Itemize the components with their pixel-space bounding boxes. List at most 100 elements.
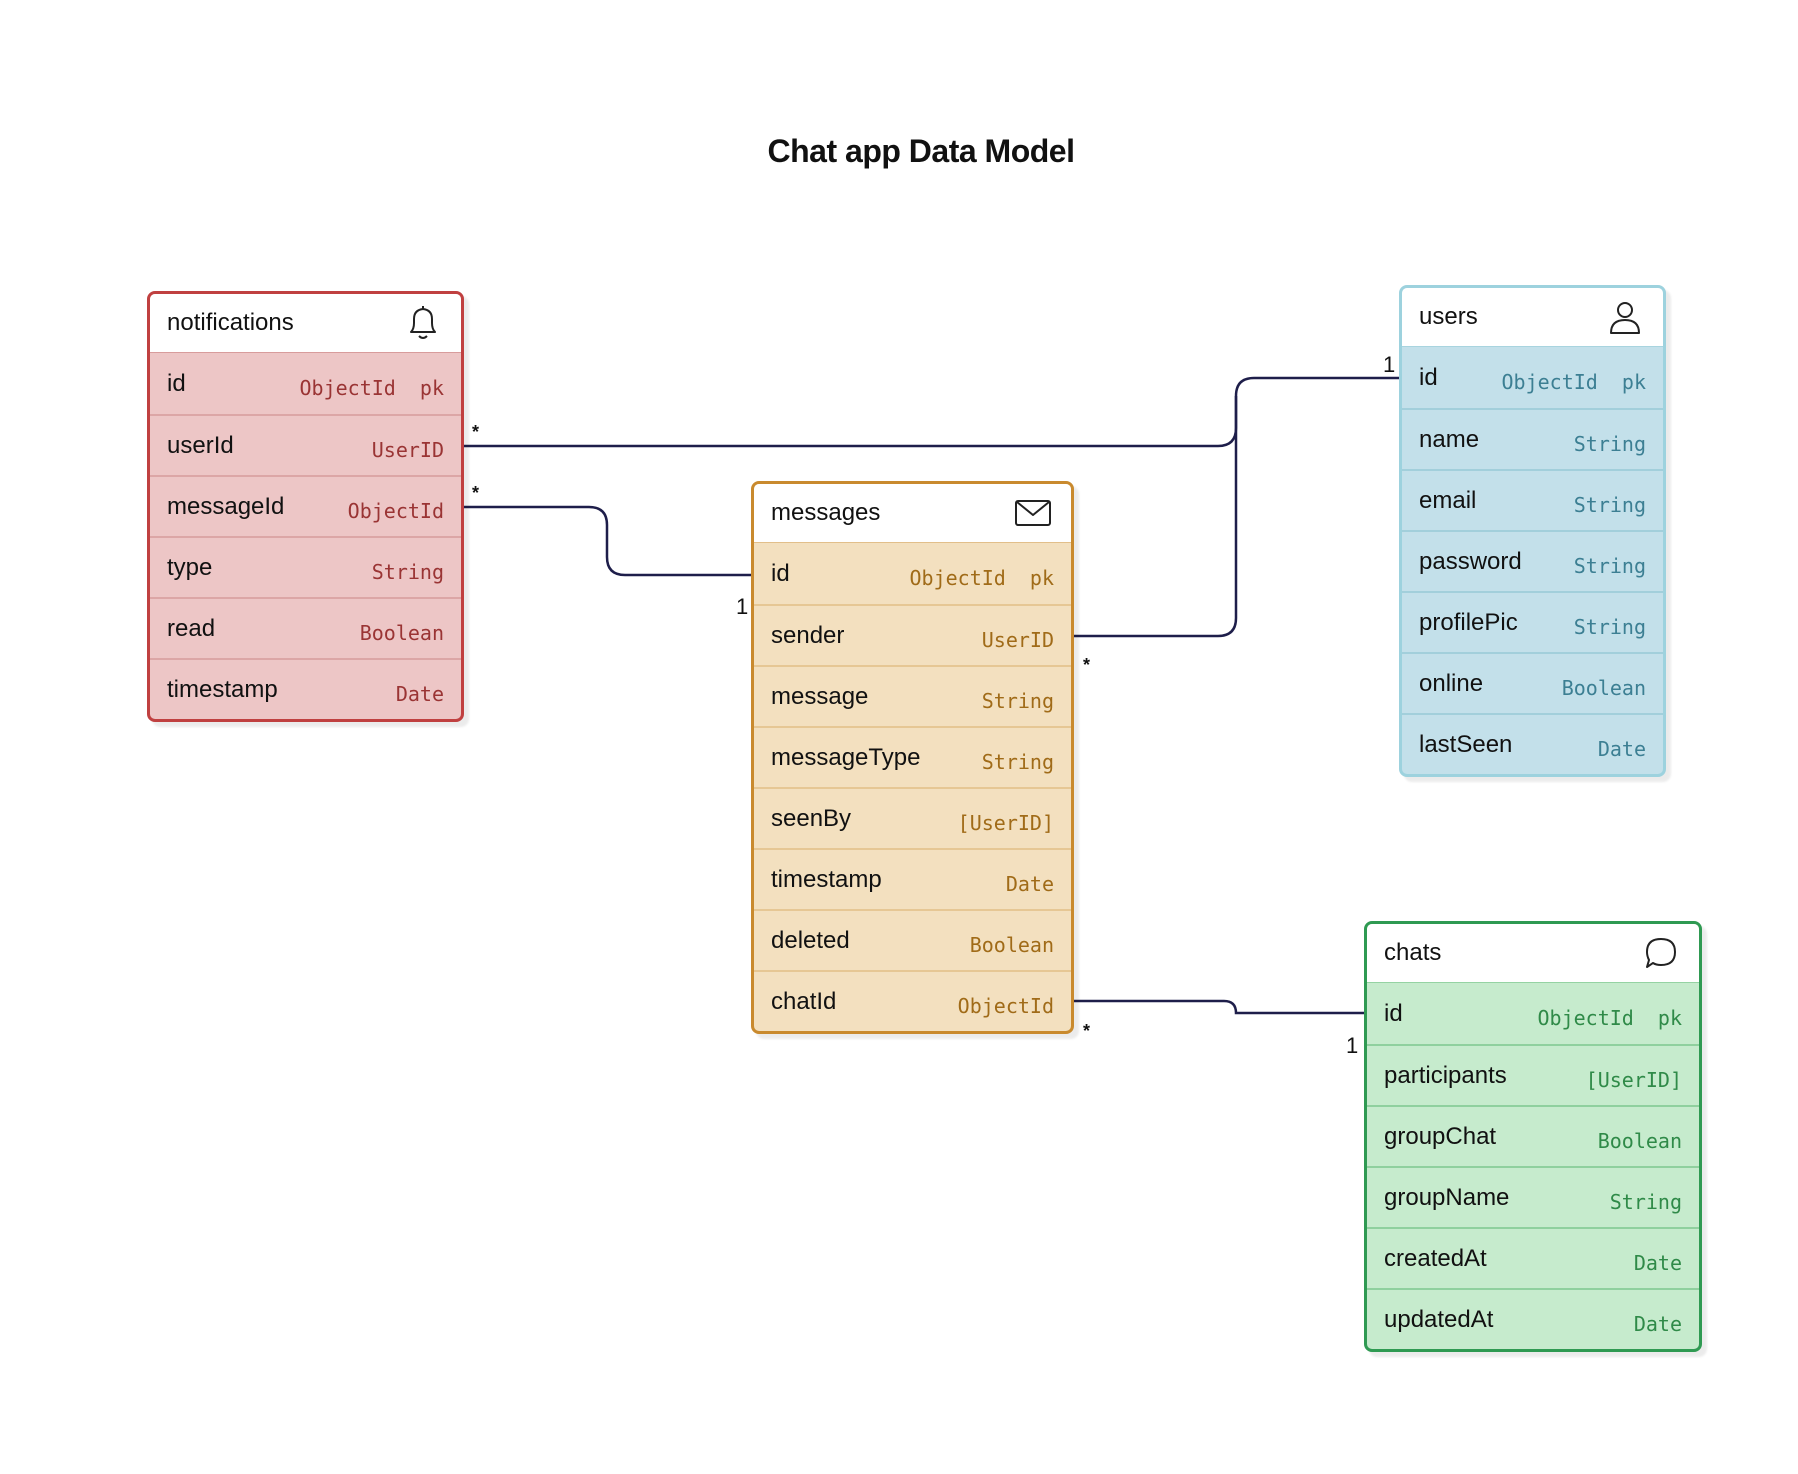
field-name: createdAt <box>1384 1244 1487 1272</box>
mail-icon <box>1013 493 1053 533</box>
field-name: timestamp <box>167 675 278 703</box>
field-type: Boolean <box>1561 675 1646 700</box>
field-name: messageId <box>167 492 285 520</box>
field-name: profilePic <box>1419 608 1518 636</box>
entity-notifications[interactable]: notifications id ObjectId pk userId UserID… <box>147 291 464 722</box>
field-row: groupName String <box>1367 1166 1699 1227</box>
cardinality-messages-id: 1 <box>736 594 749 619</box>
field-name: message <box>771 682 869 710</box>
entity-title: messages <box>771 499 881 526</box>
field-name: password <box>1419 547 1522 575</box>
field-type: Date <box>395 681 444 706</box>
field-row: chatId ObjectId <box>754 970 1071 1031</box>
field-name: groupChat <box>1384 1122 1497 1150</box>
field-row: type String <box>150 536 461 597</box>
field-row: timestamp Date <box>150 658 461 719</box>
field-row: name String <box>1402 408 1663 469</box>
field-row: userId UserID <box>150 414 461 475</box>
entity-title: chats <box>1384 939 1442 966</box>
edge-messages-chatid-to-chats-id <box>1065 999 1370 1015</box>
edge-notifications-messageid-to-messages-id <box>457 505 760 577</box>
field-type: [UserID] <box>957 810 1054 835</box>
entity-chats[interactable]: chats id ObjectId pk participants [UserID]… <box>1364 921 1702 1352</box>
field-type: String <box>1609 1189 1682 1214</box>
entity-messages[interactable]: messages id ObjectId pk sender UserID mess… <box>751 481 1074 1034</box>
entity-header: notifications <box>150 294 461 353</box>
field-row: messageType String <box>754 726 1071 787</box>
field-name: name <box>1419 425 1480 453</box>
field-name: id <box>167 369 186 397</box>
field-type: UserID <box>371 437 444 462</box>
field-name: email <box>1419 486 1477 514</box>
field-name: timestamp <box>771 865 882 893</box>
chat-bubble-icon <box>1641 933 1681 973</box>
field-row: online Boolean <box>1402 652 1663 713</box>
field-name: sender <box>771 621 845 649</box>
cardinality-notifications-userid: * <box>472 422 480 442</box>
field-name: userId <box>167 431 234 459</box>
field-type: ObjectId pk <box>1501 369 1647 394</box>
field-type: ObjectId pk <box>909 565 1055 590</box>
user-icon <box>1605 297 1645 337</box>
field-type: String <box>1573 431 1646 456</box>
field-name: online <box>1419 669 1484 697</box>
field-type: Boolean <box>969 932 1054 957</box>
field-row: timestamp Date <box>754 848 1071 909</box>
field-row: sender UserID <box>754 604 1071 665</box>
field-row: deleted Boolean <box>754 909 1071 970</box>
field-type: String <box>1573 492 1646 517</box>
field-row: lastSeen Date <box>1402 713 1663 774</box>
field-type: Date <box>1597 736 1646 761</box>
field-name: updatedAt <box>1384 1305 1494 1333</box>
field-row: email String <box>1402 469 1663 530</box>
field-row: createdAt Date <box>1367 1227 1699 1288</box>
field-row: id ObjectId pk <box>754 543 1071 604</box>
field-type: Boolean <box>359 620 444 645</box>
field-type: Boolean <box>1597 1128 1682 1153</box>
field-type: Date <box>1005 871 1054 896</box>
field-row: updatedAt Date <box>1367 1288 1699 1349</box>
field-name: deleted <box>771 926 850 954</box>
field-type: UserID <box>981 627 1054 652</box>
field-type: String <box>981 749 1054 774</box>
cardinality-users-id-a: 1 <box>1383 352 1396 377</box>
entity-header: chats <box>1367 924 1699 983</box>
field-type: ObjectId <box>957 993 1054 1018</box>
edge-messages-sender-to-users-id <box>1065 396 1238 638</box>
field-row: id ObjectId pk <box>1402 347 1663 408</box>
field-type: String <box>371 559 444 584</box>
field-row: message String <box>754 665 1071 726</box>
diagram-title: Chat app Data Model <box>767 133 1075 169</box>
cardinality-messages-sender: * <box>1083 655 1091 675</box>
entity-title: notifications <box>167 309 294 336</box>
cardinality-messages-chatid: * <box>1083 1021 1091 1041</box>
field-name: chatId <box>771 987 837 1015</box>
field-name: participants <box>1384 1061 1507 1089</box>
field-type: String <box>1573 614 1646 639</box>
bell-icon <box>403 303 443 343</box>
field-row: id ObjectId pk <box>1367 983 1699 1044</box>
entity-users[interactable]: users id ObjectId pk name String email Stri… <box>1399 285 1666 777</box>
field-name: groupName <box>1384 1183 1510 1211</box>
field-row: password String <box>1402 530 1663 591</box>
field-type: [UserID] <box>1585 1067 1682 1092</box>
cardinality-chats-id: 1 <box>1346 1033 1359 1058</box>
cardinality-notifications-messageid: * <box>472 483 480 503</box>
field-row: participants [UserID] <box>1367 1044 1699 1105</box>
field-type: Date <box>1633 1311 1682 1336</box>
field-name: id <box>1384 999 1403 1027</box>
field-row: groupChat Boolean <box>1367 1105 1699 1166</box>
field-name: lastSeen <box>1419 730 1513 758</box>
field-row: profilePic String <box>1402 591 1663 652</box>
entity-title: users <box>1419 303 1478 330</box>
field-name: id <box>771 559 790 587</box>
field-row: messageId ObjectId <box>150 475 461 536</box>
field-name: seenBy <box>771 804 852 832</box>
field-name: type <box>167 553 213 581</box>
field-row: id ObjectId pk <box>150 353 461 414</box>
field-row: seenBy [UserID] <box>754 787 1071 848</box>
field-type: String <box>981 688 1054 713</box>
field-type: String <box>1573 553 1646 578</box>
field-name: read <box>167 614 216 642</box>
field-row: read Boolean <box>150 597 461 658</box>
